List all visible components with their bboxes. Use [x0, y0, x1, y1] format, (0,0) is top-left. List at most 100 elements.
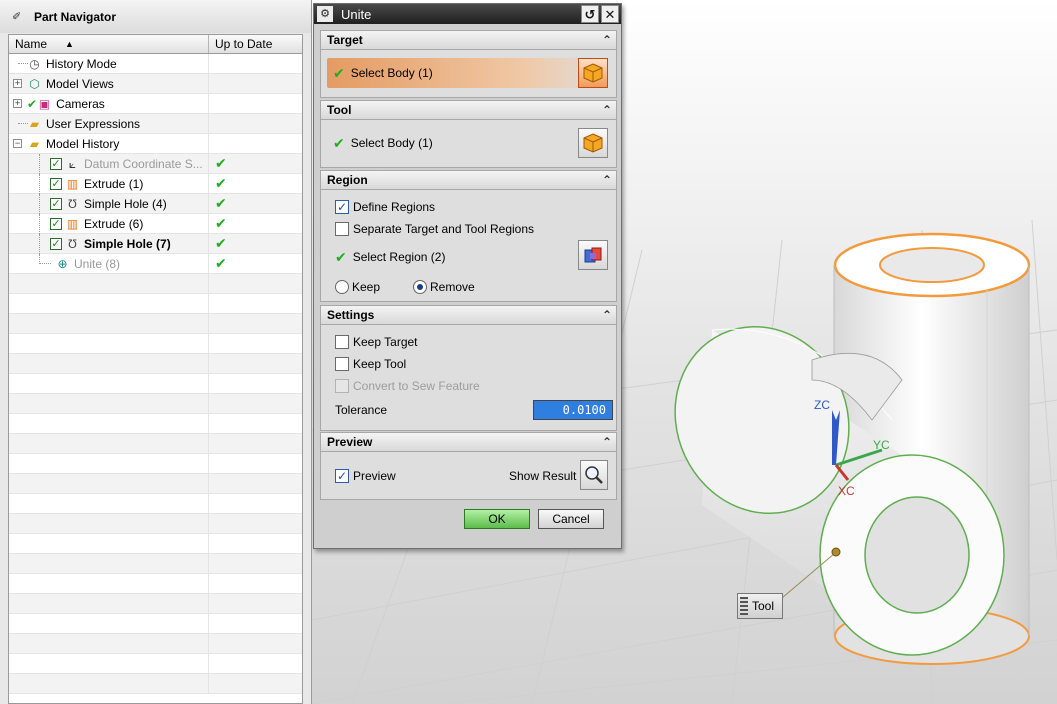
- convert-sew-checkbox: [335, 379, 349, 393]
- target-section-body: ✔ Select Body (1): [320, 50, 617, 98]
- column-up-to-date[interactable]: Up to Date: [209, 35, 272, 53]
- empty-row: [9, 374, 302, 394]
- preview-section-header[interactable]: Preview ⌃: [320, 432, 617, 452]
- collapse-section-icon[interactable]: ⌃: [602, 101, 612, 119]
- tree-row-user-expressions[interactable]: ▰ User Expressions: [9, 114, 302, 134]
- define-regions-option[interactable]: ✓ Define Regions: [335, 198, 435, 216]
- tool-section-header[interactable]: Tool ⌃: [320, 100, 617, 120]
- settings-header-label: Settings: [327, 308, 375, 322]
- close-icon[interactable]: ✕: [601, 5, 619, 23]
- hole-icon: Ʊ: [68, 236, 77, 251]
- empty-row: [9, 554, 302, 574]
- navigator-title: Part Navigator: [34, 9, 117, 24]
- keep-option[interactable]: Keep: [335, 278, 380, 296]
- collapse-section-icon[interactable]: ⌃: [602, 306, 612, 324]
- keep-tool-option[interactable]: Keep Tool: [335, 355, 406, 373]
- up-to-date-check-icon: ✔: [215, 155, 227, 171]
- keep-target-checkbox[interactable]: [335, 335, 349, 349]
- navigator-header: ✐ Part Navigator: [0, 0, 311, 33]
- tree-row-unite-8[interactable]: ⊕ Unite (8) ✔: [9, 254, 302, 274]
- define-regions-checkbox[interactable]: ✓: [335, 200, 349, 214]
- remove-radio[interactable]: [413, 280, 427, 294]
- keep-tool-checkbox[interactable]: [335, 357, 349, 371]
- folder-open-icon: ▰: [29, 136, 40, 151]
- keep-radio[interactable]: [335, 280, 349, 294]
- tool-tag[interactable]: Tool: [737, 593, 783, 619]
- dialog-titlebar[interactable]: ⚙ Unite ↺ ✕: [314, 4, 621, 24]
- empty-row: [9, 434, 302, 454]
- check-icon: ✔: [27, 96, 38, 111]
- up-to-date-check-icon: ✔: [215, 195, 227, 211]
- tree-item-label: Model Views: [46, 76, 114, 91]
- feature-checkbox[interactable]: ✓: [50, 217, 62, 230]
- expand-icon[interactable]: +: [13, 79, 22, 88]
- collapse-section-icon[interactable]: ⌃: [602, 31, 612, 49]
- feature-checkbox[interactable]: ✓: [50, 177, 62, 190]
- tool-section-body: ✔ Select Body (1): [320, 120, 617, 168]
- select-region-button[interactable]: [578, 240, 608, 270]
- separate-regions-label: Separate Target and Tool Regions: [353, 222, 535, 236]
- feature-checkbox[interactable]: ✓: [50, 237, 62, 250]
- extrude-icon: ▥: [66, 216, 79, 231]
- region-section-header[interactable]: Region ⌃: [320, 170, 617, 190]
- tree-row-datum[interactable]: ✓ ⟀ Datum Coordinate S... ✔: [9, 154, 302, 174]
- tree-item-label: Model History: [46, 136, 120, 151]
- tree-row-model-views[interactable]: + ⬡ Model Views: [9, 74, 302, 94]
- target-select-body-button[interactable]: [578, 58, 608, 88]
- preview-header-label: Preview: [327, 435, 373, 449]
- tree-row-cameras[interactable]: + ✔ ▣ Cameras: [9, 94, 302, 114]
- empty-row: [9, 294, 302, 314]
- check-icon: ✔: [335, 248, 347, 265]
- tool-anchor-point[interactable]: [831, 547, 841, 557]
- tool-select-body[interactable]: ✔ Select Body (1): [327, 128, 610, 158]
- remove-option[interactable]: Remove: [413, 278, 475, 296]
- navigator-tree: Name ▲ Up to Date ◷ History Mode + ⬡ Mod…: [8, 34, 303, 704]
- tree-row-extrude-1[interactable]: ✓ ▥ Extrude (1) ✔: [9, 174, 302, 194]
- tool-select-body-button[interactable]: [578, 128, 608, 158]
- solid-body-icon: [583, 63, 603, 83]
- collapse-icon[interactable]: −: [13, 139, 22, 148]
- collapse-section-icon[interactable]: ⌃: [602, 171, 612, 189]
- tree-row-model-history[interactable]: − ▰ Model History: [9, 134, 302, 154]
- cancel-button[interactable]: Cancel: [538, 509, 604, 529]
- empty-row: [9, 274, 302, 294]
- grip-icon: [740, 597, 748, 615]
- separate-regions-checkbox[interactable]: [335, 222, 349, 236]
- keep-target-option[interactable]: Keep Target: [335, 333, 418, 351]
- check-icon: ✔: [333, 134, 345, 151]
- target-section-header[interactable]: Target ⌃: [320, 30, 617, 50]
- collapse-section-icon[interactable]: ⌃: [602, 433, 612, 451]
- tree-row-simple-hole-4[interactable]: ✓ Ʊ Simple Hole (4) ✔: [9, 194, 302, 214]
- preview-checkbox[interactable]: ✓: [335, 469, 349, 483]
- reset-icon[interactable]: ↺: [581, 5, 599, 23]
- up-to-date-check-icon: ✔: [215, 175, 227, 191]
- unite-icon: ⊕: [57, 256, 68, 271]
- feature-checkbox[interactable]: ✓: [50, 197, 62, 210]
- tree-item-label: Extrude (1): [84, 176, 144, 191]
- tree-row-history-mode[interactable]: ◷ History Mode: [9, 54, 302, 74]
- empty-row: [9, 314, 302, 334]
- remove-label: Remove: [430, 280, 475, 294]
- expand-icon[interactable]: +: [13, 99, 22, 108]
- tree-row-extrude-6[interactable]: ✓ ▥ Extrude (6) ✔: [9, 214, 302, 234]
- gear-icon[interactable]: ⚙: [317, 6, 333, 22]
- convert-sew-label: Convert to Sew Feature: [353, 379, 480, 393]
- select-region-row[interactable]: ✔ Select Region (2): [335, 248, 445, 266]
- tolerance-field[interactable]: 0.0100: [533, 400, 613, 420]
- tolerance-label: Tolerance: [335, 403, 388, 417]
- settings-section-body: Keep Target Keep Tool Convert to Sew Fea…: [320, 325, 617, 431]
- settings-section-header[interactable]: Settings ⌃: [320, 305, 617, 325]
- keep-target-label: Keep Target: [353, 335, 418, 349]
- feature-checkbox[interactable]: ✓: [50, 157, 62, 170]
- pin-icon[interactable]: ✐: [12, 10, 26, 23]
- column-name[interactable]: Name ▲: [9, 35, 209, 53]
- empty-row: [9, 394, 302, 414]
- tree-row-simple-hole-7[interactable]: ✓ Ʊ Simple Hole (7) ✔: [9, 234, 302, 254]
- ok-button[interactable]: OK: [464, 509, 530, 529]
- target-select-body[interactable]: ✔ Select Body (1): [327, 58, 610, 88]
- preview-option[interactable]: ✓ Preview: [335, 467, 396, 485]
- separate-regions-option[interactable]: Separate Target and Tool Regions: [335, 220, 534, 238]
- show-result-button[interactable]: [580, 460, 608, 490]
- tree-item-label: History Mode: [46, 56, 117, 71]
- folder-icon: ▰: [29, 116, 40, 131]
